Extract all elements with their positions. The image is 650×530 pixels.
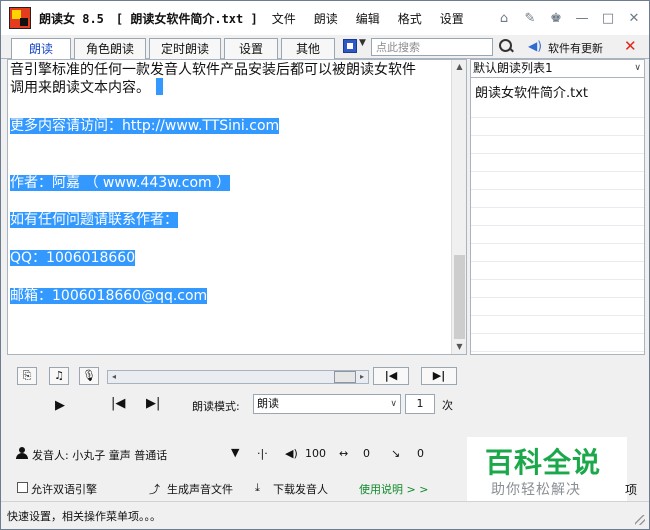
status-text: 快速设置，相关操作菜单项。。。 [7, 510, 161, 523]
slider-right-icon[interactable]: ▸ [356, 371, 368, 383]
slider-left-icon[interactable]: ◂ [108, 371, 120, 383]
playlist-selected-label: 默认朗读列表1 [473, 61, 553, 75]
window-controls: ⌂ ✎ ♚ — □ ✕ [489, 1, 645, 35]
menu-edit[interactable]: 编辑 [356, 10, 380, 27]
maximize-icon[interactable]: □ [597, 11, 619, 26]
menu-settings[interactable]: 设置 [440, 10, 464, 27]
speed-icon: ↔ [339, 447, 349, 460]
scroll-thumb[interactable] [454, 255, 465, 339]
volume-icon: ◀) [285, 447, 298, 460]
pitch-icon: ↘ [391, 447, 401, 460]
playlist-item[interactable]: 朗读女软件简介.txt [475, 82, 588, 101]
close-panel-icon[interactable]: ✕ [624, 37, 637, 55]
speaker-icon: ◀︎) [528, 39, 542, 53]
text-line: QQ：1006018660 [10, 250, 136, 266]
skin-selector[interactable]: ▼ [341, 38, 367, 56]
skin-icon[interactable]: ♚ [545, 11, 567, 26]
options-tail: 项 [625, 483, 638, 497]
home-icon[interactable]: ⌂ [493, 11, 515, 26]
voice-row: 发音人: 小丸子 童声 普通话 ▼ ‧|‧ ◀) 100 ↔ 0 ↘ 0 [7, 441, 467, 467]
skin-icon [343, 39, 357, 53]
selection-mark [156, 78, 163, 95]
download-voice-button[interactable]: 下载发音人 [273, 481, 328, 497]
dual-engine-checkbox[interactable] [17, 482, 28, 493]
vertical-scrollbar[interactable]: ▲ ▼ [451, 60, 466, 354]
scroll-up-icon[interactable]: ▲ [452, 60, 466, 74]
progress-slider[interactable]: ◂ ▸ [107, 370, 369, 384]
speed-value[interactable]: 0 [363, 447, 370, 460]
update-notice[interactable]: 软件有更新 [548, 40, 603, 56]
close-icon[interactable]: ✕ [623, 11, 645, 26]
text-line: 更多内容请访问：http://www.TTSini.com [10, 118, 280, 134]
import-icon[interactable]: ⎘ [17, 367, 37, 385]
pitch-value[interactable]: 0 [417, 447, 424, 460]
voice-meter-icon[interactable]: ‧|‧ [257, 447, 268, 460]
scroll-down-icon[interactable]: ▼ [452, 340, 466, 354]
help-link[interactable]: 使用说明 > > [359, 481, 428, 497]
search-input[interactable] [371, 38, 493, 56]
watermark-subtitle: 助你轻松解决 [491, 482, 581, 498]
tab-bar: 朗读 角色朗读 定时朗读 设置 其他 ▼ ◀︎) 软件有更新 ✕ [1, 35, 649, 60]
text-line: 调用来朗读文本内容。 [10, 78, 163, 98]
playlist-panel: 默认朗读列表1 ∨ 朗读女软件简介.txt [470, 59, 645, 355]
minimize-icon[interactable]: — [571, 11, 593, 26]
tab-other[interactable]: 其他 [281, 38, 335, 59]
menu-format[interactable]: 格式 [398, 10, 422, 27]
text-line: 如有任何问题请联系作者： [10, 212, 178, 228]
status-bar: 快速设置，相关操作菜单项。。。 [1, 501, 649, 529]
tab-settings[interactable]: 设置 [224, 38, 278, 59]
text-line: 作者：阿嘉 （ www.443w.com ） [10, 175, 231, 191]
person-icon [16, 447, 28, 459]
skip-back-icon[interactable]: |◀ [111, 396, 125, 411]
text-line: 邮箱：1006018660@qq.com [10, 288, 208, 304]
playlist-select[interactable]: 默认朗读列表1 ∨ [471, 60, 644, 78]
watermark: 百科全说 助你轻松解决 [467, 437, 627, 501]
search-icon[interactable] [499, 39, 513, 53]
menu-bar: 文件 朗读 编辑 格式 设置 [272, 10, 482, 27]
skip-forward-icon[interactable]: ▶| [146, 396, 160, 411]
next-button[interactable]: ▶| [421, 367, 457, 385]
repeat-count-input[interactable]: 1 [405, 394, 435, 414]
watermark-title: 百科全说 [485, 446, 602, 479]
chevron-down-icon: ▼ [359, 38, 366, 48]
resize-grip-icon[interactable] [635, 515, 645, 525]
tab-read[interactable]: 朗读 [11, 38, 71, 60]
play-icon[interactable]: ▶ [55, 398, 65, 413]
app-window: 朗读女 8.5 [ 朗读女软件简介.txt ] 文件 朗读 编辑 格式 设置 ⌂… [0, 0, 650, 530]
menu-file[interactable]: 文件 [272, 10, 296, 27]
playlist-rows [471, 100, 644, 354]
text-line: 音引擎标准的任何一款发音人软件产品安装后都可以被朗读女软件 [10, 62, 416, 78]
tools-icon[interactable]: ✎ [519, 11, 541, 26]
slider-knob[interactable] [334, 371, 356, 383]
generate-audio-button[interactable]: 生成声音文件 [167, 481, 233, 497]
generate-audio-icon: ⤴ [149, 483, 160, 496]
app-logo-icon [9, 7, 31, 29]
chevron-down-icon[interactable]: ▼ [231, 446, 239, 459]
tab-role-read[interactable]: 角色朗读 [74, 38, 146, 59]
text-editor[interactable]: 音引擎标准的任何一款发音人软件产品安装后都可以被朗读女软件 调用来朗读文本内容。… [7, 59, 467, 355]
times-label: 次 [442, 399, 453, 412]
app-name: 朗读女 8.5 [39, 11, 104, 26]
read-mode-select[interactable]: 朗读 ∨ [253, 394, 401, 414]
chevron-down-icon: ∨ [634, 63, 641, 73]
music-icon[interactable]: ♫ [49, 367, 69, 385]
read-mode-label: 朗读模式: [192, 400, 240, 413]
previous-button[interactable]: |◀ [373, 367, 409, 385]
dual-engine-label[interactable]: 允许双语引擎 [31, 481, 97, 497]
chevron-down-icon: ∨ [390, 399, 397, 409]
menu-read[interactable]: 朗读 [314, 10, 338, 27]
volume-value[interactable]: 100 [305, 447, 326, 460]
tab-timed-read[interactable]: 定时朗读 [149, 38, 221, 59]
document-title: [ 朗读女软件简介.txt ] [115, 11, 258, 26]
title-bar: 朗读女 8.5 [ 朗读女软件简介.txt ] 文件 朗读 编辑 格式 设置 ⌂… [1, 1, 649, 35]
microphone-icon[interactable]: 🎙︎ [79, 367, 99, 385]
read-mode-value: 朗读 [257, 397, 279, 410]
voice-select[interactable]: 发音人: 小丸子 童声 普通话 [32, 447, 167, 463]
download-icon: ⤓ [255, 481, 260, 494]
